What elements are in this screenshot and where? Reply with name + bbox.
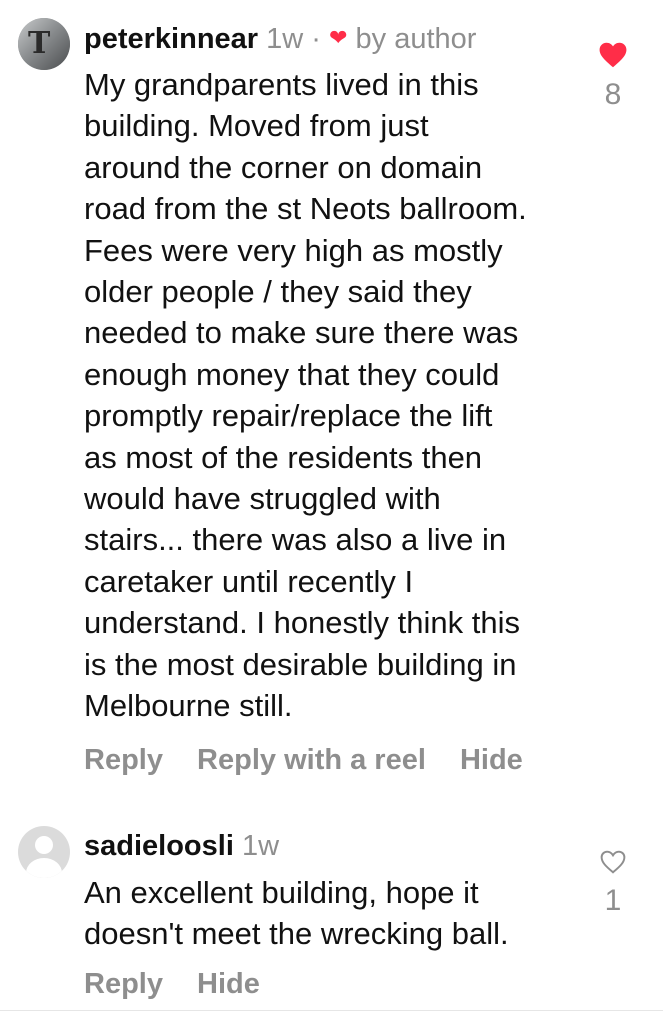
comment-line: Fees were very high as mostly	[84, 232, 503, 268]
comment-line: road from the st Neots ballroom.	[84, 191, 527, 227]
heart-outline-icon[interactable]	[600, 850, 626, 874]
reply-with-reel-button[interactable]: Reply with a reel	[197, 744, 426, 776]
default-avatar-head	[35, 836, 53, 854]
heart-filled-icon[interactable]	[599, 42, 627, 68]
timestamp: 1w	[266, 23, 304, 55]
default-avatar-body	[26, 858, 62, 878]
divider	[0, 1010, 663, 1011]
separator: ·	[311, 23, 321, 55]
comment-line: is the most desirable building in	[84, 646, 517, 682]
hide-button[interactable]: Hide	[197, 968, 260, 1000]
reply-button[interactable]: Reply	[84, 968, 163, 1000]
comment-line: understand. I honestly think this	[84, 605, 520, 641]
comment-actions: Reply Hide	[84, 968, 286, 1001]
liked-by-author-label: by author	[355, 23, 477, 55]
like-control[interactable]: 8	[593, 42, 633, 112]
comment-text: My grandparents lived in this building. …	[84, 64, 584, 727]
comment-line: older people / they said they	[84, 274, 472, 310]
comment-line: would have struggled with	[84, 481, 441, 517]
comment-line: Melbourne still.	[84, 688, 293, 724]
username[interactable]: sadieloosli	[84, 830, 234, 862]
timestamp: 1w	[241, 830, 280, 862]
username[interactable]: peterkinnear	[84, 23, 258, 55]
avatar-glyph: T	[28, 26, 51, 61]
comment-line: My grandparents lived in this	[84, 67, 479, 102]
like-count: 8	[604, 78, 622, 111]
comment-line: building. Moved from just	[84, 108, 429, 144]
comment-line: needed to make sure there was	[84, 315, 519, 351]
comment-line: around the corner on domain	[84, 149, 483, 185]
avatar[interactable]	[18, 826, 70, 878]
comment-line: enough money that they could	[84, 356, 500, 392]
comment-line: stairs... there was also a live in	[84, 522, 507, 558]
avatar[interactable]: T	[18, 18, 70, 70]
comment-text: An excellent building, hope it doesn't m…	[84, 872, 584, 955]
comment-line: promptly repair/replace the lift	[84, 398, 493, 434]
comment-meta: sadieloosli 1w	[84, 828, 279, 864]
heart-icon: ❤	[329, 25, 348, 50]
like-control[interactable]: 1	[593, 850, 633, 918]
comment-actions: Reply Reply with a reel Hide	[84, 744, 549, 777]
comment-meta: peterkinnear 1w · ❤ by author	[84, 20, 476, 57]
comment-line: doesn't meet the wrecking ball.	[84, 916, 509, 952]
comment-line: An excellent building, hope it	[84, 875, 479, 910]
like-count: 1	[604, 884, 622, 917]
comment-line: as most of the residents then	[84, 439, 483, 475]
reply-button[interactable]: Reply	[84, 744, 163, 776]
hide-button[interactable]: Hide	[460, 744, 523, 776]
comment-line: caretaker until recently I	[84, 563, 414, 599]
